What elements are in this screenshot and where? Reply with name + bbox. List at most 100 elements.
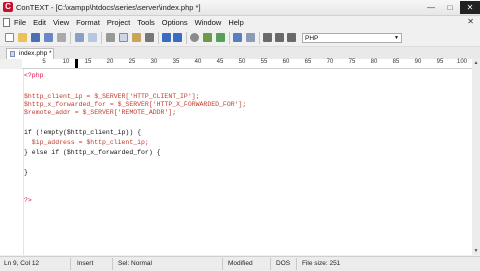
run-icon[interactable] [263, 33, 272, 42]
ruler-label: 75 [348, 59, 356, 65]
ruler-label: 95 [436, 59, 444, 65]
ruler-label: 60 [282, 59, 290, 65]
code-line-7: if (!empty($http_client_ip)) { [24, 129, 142, 136]
menu-project[interactable]: Project [107, 18, 130, 27]
menu-file[interactable]: File [14, 18, 26, 27]
ruler-label: 10 [62, 59, 70, 65]
ruler-label: 85 [392, 59, 400, 65]
status-separator [70, 258, 71, 270]
minimize-button[interactable]: — [422, 1, 440, 14]
save-all-icon[interactable] [44, 33, 53, 42]
code-line-1: <?php [24, 72, 44, 79]
menu-help[interactable]: Help [228, 18, 243, 27]
edit-mode: Insert [77, 260, 94, 267]
column-ruler: 5 10 15 20 25 30 35 40 45 50 55 60 65 70… [22, 59, 472, 69]
toolbar-separator [158, 32, 159, 44]
menu-view[interactable]: View [53, 18, 69, 27]
code-line-8: $ip_address = $http_client_ip; [24, 139, 149, 146]
status-separator [222, 258, 223, 270]
ruler-label: 80 [370, 59, 378, 65]
ruler-caret-marker [75, 59, 78, 68]
code-line-14: ?> [24, 197, 32, 204]
paste-icon[interactable] [132, 33, 141, 42]
indent-icon[interactable] [233, 33, 242, 42]
scroll-down-arrow-icon[interactable]: ▼ [472, 247, 480, 255]
selection-mode: Sel: Normal [118, 260, 152, 267]
find-next-icon[interactable] [203, 33, 212, 42]
title-bar: C ConTEXT - [C:\xampp\htdocs\series\serv… [0, 0, 480, 16]
ruler-label: 100 [456, 59, 468, 65]
status-bar: Ln 9, Col 12 Insert Sel: Normal Modified… [0, 256, 480, 271]
toolbar-separator [70, 32, 71, 44]
find-icon[interactable] [190, 33, 199, 42]
chevron-down-icon: ▼ [394, 35, 399, 41]
tab-label: index.php * [19, 50, 52, 57]
open-folder-icon[interactable] [18, 33, 27, 42]
app-logo-icon: C [3, 2, 13, 12]
ruler-label: 45 [216, 59, 224, 65]
ruler-label: 25 [128, 59, 136, 65]
menu-tools[interactable]: Tools [137, 18, 155, 27]
run-3-icon[interactable] [287, 33, 296, 42]
maximize-button[interactable]: □ [441, 1, 459, 14]
vertical-scrollbar[interactable]: ▲ ▼ [472, 59, 480, 255]
toolbar-separator [229, 32, 230, 44]
code-line-3: $http_client_ip = $_SERVER['HTTP_CLIENT_… [24, 93, 200, 100]
status-separator [296, 258, 297, 270]
replace-icon[interactable] [216, 33, 225, 42]
language-value: PHP [305, 35, 319, 42]
code-editor[interactable]: <?php $http_client_ip = $_SERVER['HTTP_C… [0, 69, 473, 255]
code-line-11: } [24, 169, 28, 176]
ruler-label: 5 [42, 59, 46, 65]
document-icon[interactable] [3, 18, 10, 27]
close-file-icon[interactable] [57, 33, 66, 42]
word-wrap-icon[interactable] [246, 33, 255, 42]
ruler-label: 55 [260, 59, 268, 65]
menu-window[interactable]: Window [195, 18, 222, 27]
modified-indicator: Modified [228, 260, 253, 267]
window-title: ConTEXT - [C:\xampp\htdocs\series\server… [16, 3, 201, 12]
ruler-label: 70 [326, 59, 334, 65]
redo-icon[interactable] [173, 33, 182, 42]
php-file-icon [10, 51, 15, 57]
window-controls: — □ ✕ [421, 0, 480, 15]
new-file-icon[interactable] [5, 33, 14, 42]
close-button[interactable]: ✕ [460, 1, 480, 14]
ruler-label: 40 [194, 59, 202, 65]
delete-icon[interactable] [145, 33, 154, 42]
print-preview-icon[interactable] [88, 33, 97, 42]
menu-items: File Edit View Format Project Tools Opti… [14, 18, 244, 27]
ruler-label: 65 [304, 59, 312, 65]
ruler-label: 30 [150, 59, 158, 65]
code-line-5: $remote_addr = $_SERVER['REMOTE_ADDR']; [24, 109, 177, 116]
copy-icon[interactable] [119, 33, 128, 42]
toolbar-separator [101, 32, 102, 44]
status-separator [112, 258, 113, 270]
menu-edit[interactable]: Edit [33, 18, 46, 27]
language-select[interactable]: PHP ▼ [302, 33, 402, 43]
tab-index-php[interactable]: index.php * [6, 48, 54, 59]
menu-options[interactable]: Options [162, 18, 188, 27]
run-2-icon[interactable] [275, 33, 284, 42]
cursor-position: Ln 9, Col 12 [4, 260, 40, 267]
menu-bar: File Edit View Format Project Tools Opti… [0, 16, 480, 29]
cut-icon[interactable] [106, 33, 115, 42]
ruler-label: 50 [238, 59, 246, 65]
code-line-9: } else if ($http_x_forwarded_for) { [24, 149, 161, 156]
toolbar-separator [259, 32, 260, 44]
status-separator [270, 258, 271, 270]
scroll-up-arrow-icon[interactable]: ▲ [472, 59, 480, 67]
print-icon[interactable] [75, 33, 84, 42]
ruler-label: 35 [172, 59, 180, 65]
toolbar-separator [186, 32, 187, 44]
ruler-label: 15 [84, 59, 92, 65]
save-icon[interactable] [31, 33, 40, 42]
line-ending: DOS [276, 260, 291, 267]
code-line-4: $http_x_forwarded_for = $_SERVER['HTTP_X… [24, 101, 247, 108]
tab-bar: index.php * [0, 47, 480, 59]
file-size: File size: 251 [302, 260, 341, 267]
line-gutter [0, 69, 22, 255]
document-close-button[interactable]: ✕ [467, 17, 474, 26]
undo-icon[interactable] [162, 33, 171, 42]
menu-format[interactable]: Format [76, 18, 100, 27]
